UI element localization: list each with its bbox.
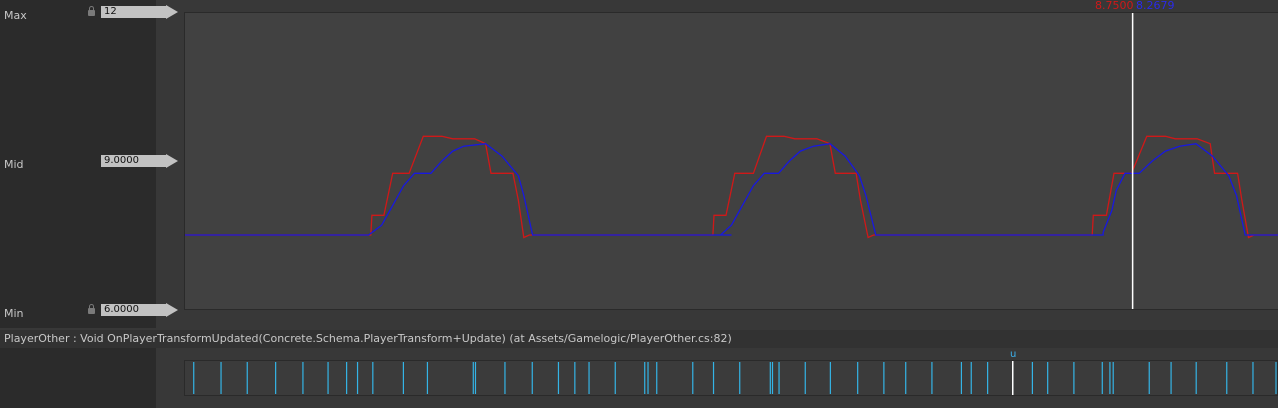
y-axis-panel: Max 12 Mid 9.0000 Min 6.0000 [0, 0, 178, 328]
max-value-field[interactable]: 12 [101, 5, 178, 19]
lock-icon[interactable] [88, 6, 95, 16]
red-value-readout: 8.7500 [1095, 0, 1134, 12]
mid-label: Mid [4, 158, 24, 171]
event-timeline[interactable] [184, 360, 1278, 396]
mid-value-field[interactable]: 9.0000 [101, 154, 178, 168]
timeline-marker-label: u [1010, 349, 1017, 360]
timeline-panel-left [0, 348, 156, 408]
status-bar: PlayerOther : Void OnPlayerTransformUpda… [0, 330, 1278, 348]
min-value-field[interactable]: 6.0000 [101, 303, 178, 317]
graph-plot [185, 13, 1278, 309]
graph-area[interactable] [184, 12, 1278, 310]
timeline-plot [193, 361, 1277, 395]
max-label: Max [4, 9, 27, 22]
blue-value-readout: 8.2679 [1136, 0, 1175, 12]
red-series-line [185, 135, 1278, 239]
lock-icon[interactable] [88, 304, 95, 314]
min-label: Min [4, 307, 24, 320]
